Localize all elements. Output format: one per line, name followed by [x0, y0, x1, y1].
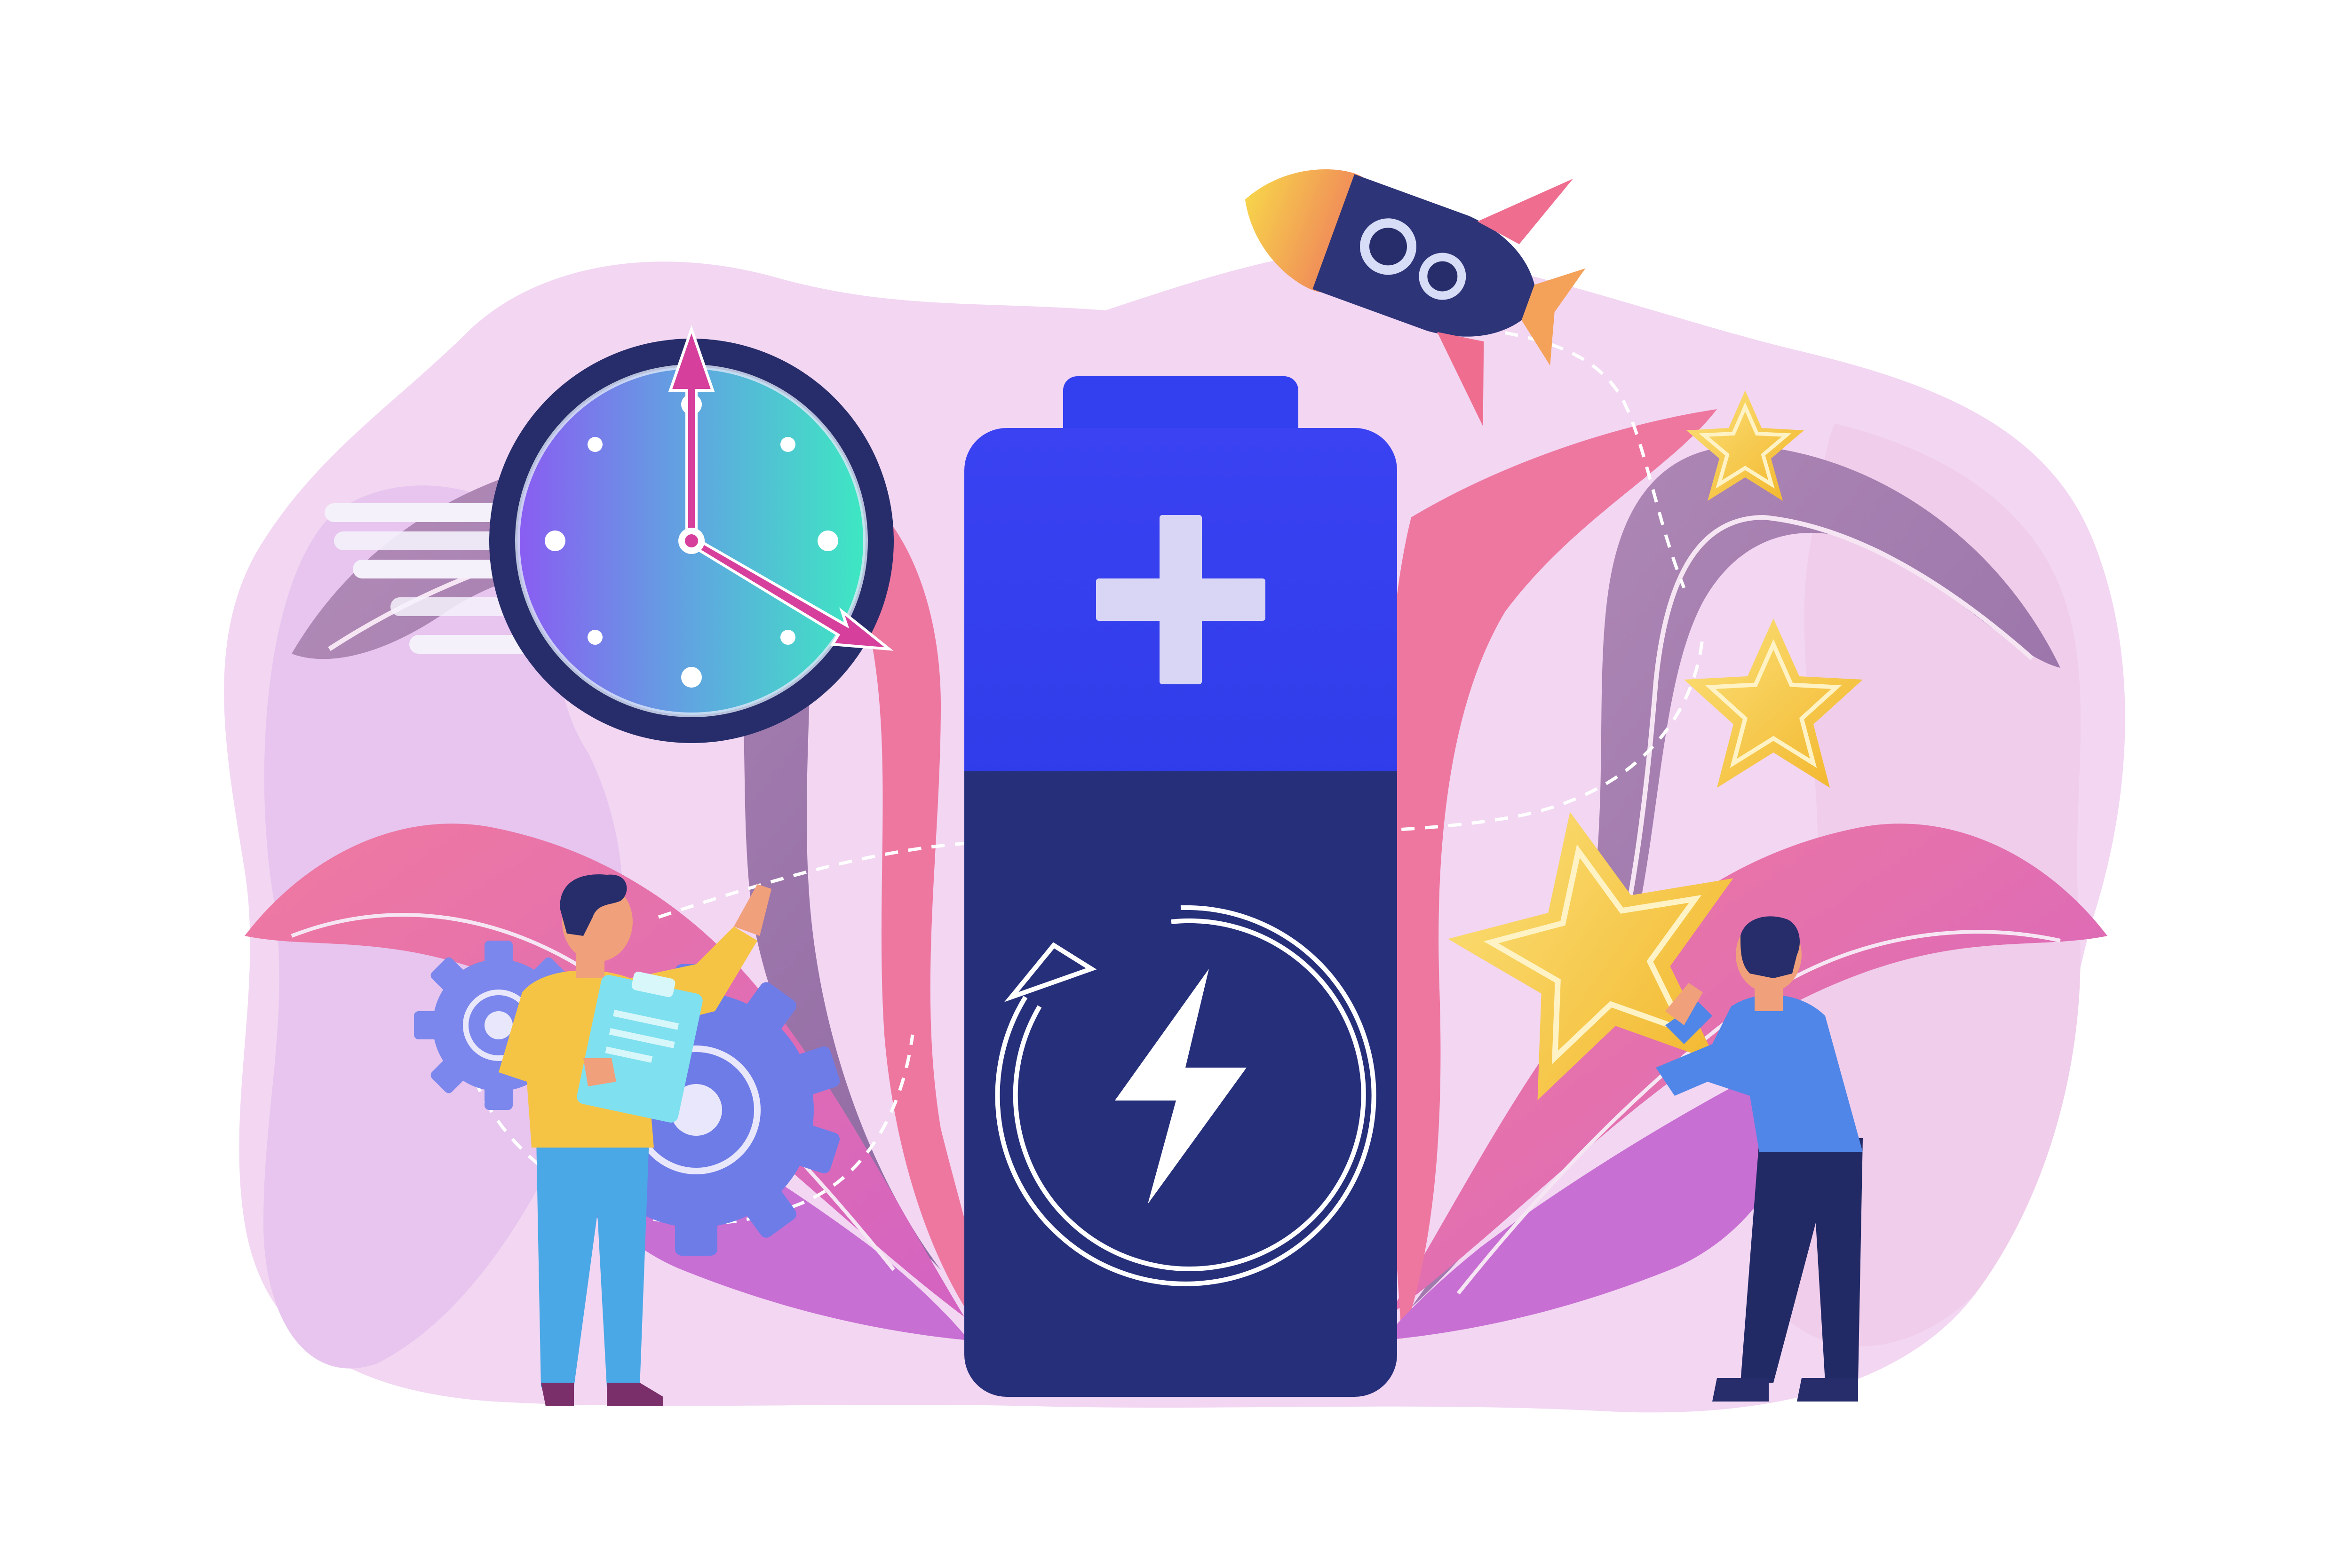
person-right-hair [1740, 916, 1800, 978]
person-left-shoe [541, 1383, 574, 1406]
person-right-shoe [1797, 1378, 1858, 1402]
person-right-shoe [1712, 1378, 1769, 1402]
fast-charging-battery-illustration [224, 169, 2125, 1413]
person-left-hand [583, 1058, 616, 1086]
battery-icon [964, 376, 1397, 1397]
